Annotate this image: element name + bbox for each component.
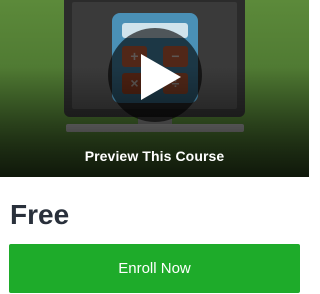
play-icon[interactable] <box>141 54 181 100</box>
course-preview[interactable]: + − × ÷ Preview This Course <box>0 0 309 177</box>
preview-course-label[interactable]: Preview This Course <box>0 148 309 164</box>
course-price: Free <box>10 199 70 230</box>
enroll-now-button[interactable]: Enroll Now <box>9 244 300 293</box>
